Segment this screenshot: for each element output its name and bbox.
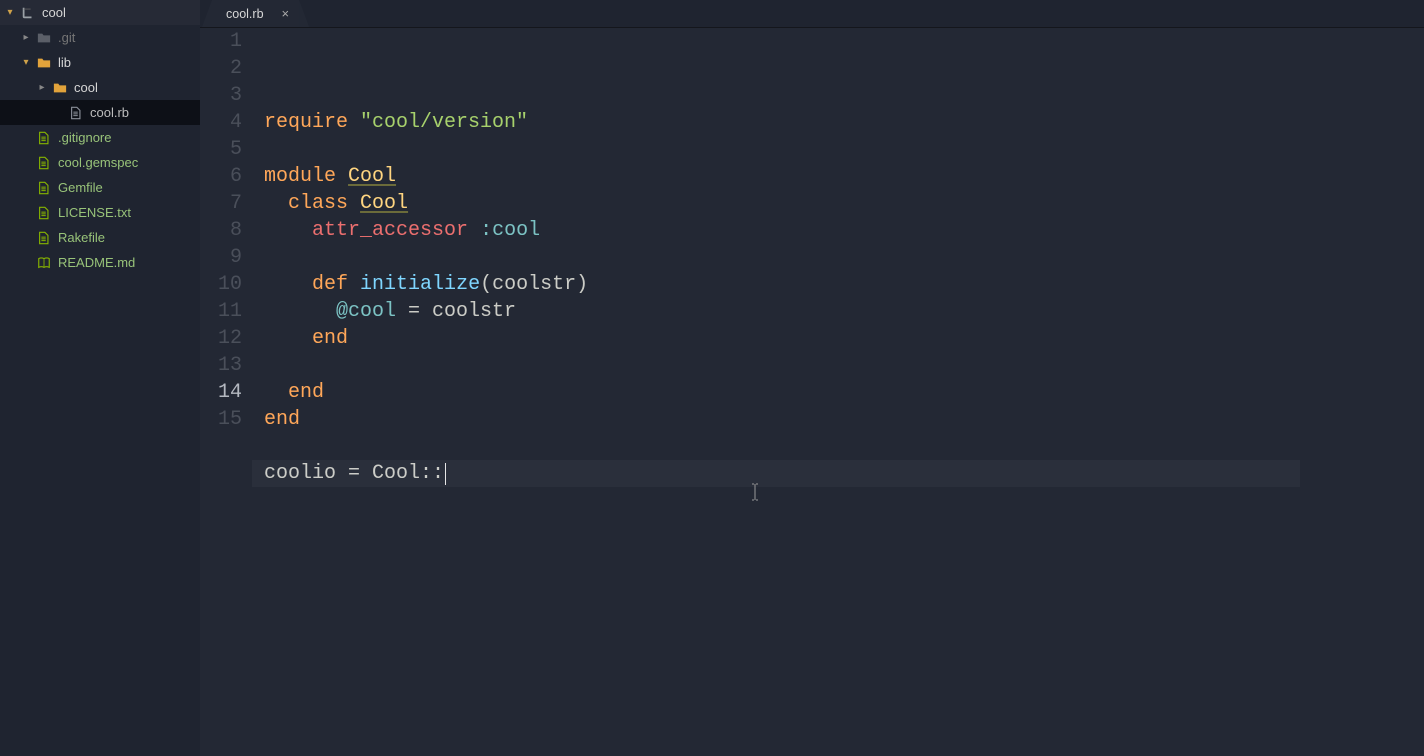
file-icon <box>36 230 52 246</box>
tree-item-cool-rb[interactable]: cool.rb <box>0 100 200 125</box>
caret <box>445 463 446 485</box>
line-number: 5 <box>200 136 252 163</box>
file-icon <box>36 155 52 171</box>
line-number: 13 <box>200 352 252 379</box>
tree-item-Gemfile[interactable]: Gemfile <box>0 175 200 200</box>
tree-item-cool-gemspec[interactable]: cool.gemspec <box>0 150 200 175</box>
line-number: 2 <box>200 55 252 82</box>
file-icon <box>36 205 52 221</box>
code-line[interactable] <box>264 136 1424 163</box>
code-line[interactable]: end <box>264 406 1424 433</box>
line-number: 7 <box>200 190 252 217</box>
file-icon <box>36 180 52 196</box>
close-icon[interactable]: × <box>282 6 290 21</box>
folder-icon <box>36 55 52 71</box>
code-line[interactable] <box>264 352 1424 379</box>
code-content[interactable]: require "cool/version" module Cool class… <box>252 28 1424 756</box>
chevron-down-icon: ▾ <box>4 7 16 18</box>
tree-item-label: Rakefile <box>58 230 105 245</box>
tree-item-lib[interactable]: ▾ lib <box>0 50 200 75</box>
tree-root[interactable]: ▾ cool <box>0 0 200 25</box>
tree-item-label: lib <box>58 55 71 70</box>
code-line[interactable]: end <box>264 325 1424 352</box>
line-number: 8 <box>200 217 252 244</box>
code-editor[interactable]: 123456789101112131415 require "cool/vers… <box>200 28 1424 756</box>
code-line[interactable] <box>264 487 1424 514</box>
code-line[interactable]: class Cool <box>264 190 1424 217</box>
repo-icon <box>20 5 36 21</box>
file-tree-sidebar: ▾ cool ▸ .git ▾ lib ▸ cool cool.rb .gitignore co… <box>0 0 200 756</box>
line-number: 12 <box>200 325 252 352</box>
tree-item-LICENSE-txt[interactable]: LICENSE.txt <box>0 200 200 225</box>
chevron-down-icon: ▾ <box>20 57 32 68</box>
line-number-gutter: 123456789101112131415 <box>200 28 252 756</box>
tree-root-label: cool <box>42 5 66 20</box>
code-line[interactable] <box>264 244 1424 271</box>
code-line[interactable]: require "cool/version" <box>264 109 1424 136</box>
code-line[interactable]: def initialize(coolstr) <box>264 271 1424 298</box>
tree-item-README-md[interactable]: README.md <box>0 250 200 275</box>
line-number: 10 <box>200 271 252 298</box>
tree-item--gitignore[interactable]: .gitignore <box>0 125 200 150</box>
tree-item-label: cool.rb <box>90 105 129 120</box>
line-number: 4 <box>200 109 252 136</box>
tree-item-label: .gitignore <box>58 130 111 145</box>
file-icon <box>36 130 52 146</box>
folder-icon <box>52 80 68 96</box>
line-number: 11 <box>200 298 252 325</box>
tab-bar: cool.rb × <box>200 0 1424 28</box>
tree-item-label: LICENSE.txt <box>58 205 131 220</box>
code-line[interactable] <box>264 433 1424 460</box>
editor-area: cool.rb × 123456789101112131415 require … <box>200 0 1424 756</box>
code-line[interactable]: module Cool <box>264 163 1424 190</box>
code-line[interactable]: end <box>264 379 1424 406</box>
folder-icon <box>36 30 52 46</box>
tab-cool-rb[interactable]: cool.rb × <box>212 0 299 27</box>
tree-item-cool[interactable]: ▸ cool <box>0 75 200 100</box>
chevron-right-icon: ▸ <box>36 82 48 93</box>
code-line[interactable]: @cool = coolstr <box>264 298 1424 325</box>
tree-item-label: Gemfile <box>58 180 103 195</box>
code-line[interactable]: coolio = Cool:: <box>264 460 1424 487</box>
line-number: 14 <box>200 379 252 406</box>
tree-item-label: README.md <box>58 255 135 270</box>
tab-title: cool.rb <box>226 7 264 21</box>
tree-item--git[interactable]: ▸ .git <box>0 25 200 50</box>
line-number: 3 <box>200 82 252 109</box>
line-number: 9 <box>200 244 252 271</box>
line-number: 15 <box>200 406 252 433</box>
line-number: 1 <box>200 28 252 55</box>
book-icon <box>36 255 52 271</box>
file-icon <box>68 105 84 121</box>
tree-item-Rakefile[interactable]: Rakefile <box>0 225 200 250</box>
tree-item-label: cool <box>74 80 98 95</box>
tree-item-label: cool.gemspec <box>58 155 138 170</box>
app-root: ▾ cool ▸ .git ▾ lib ▸ cool cool.rb .gitignore co… <box>0 0 1424 756</box>
chevron-right-icon: ▸ <box>20 32 32 43</box>
line-number: 6 <box>200 163 252 190</box>
tree-item-label: .git <box>58 30 75 45</box>
code-line[interactable]: attr_accessor :cool <box>264 217 1424 244</box>
